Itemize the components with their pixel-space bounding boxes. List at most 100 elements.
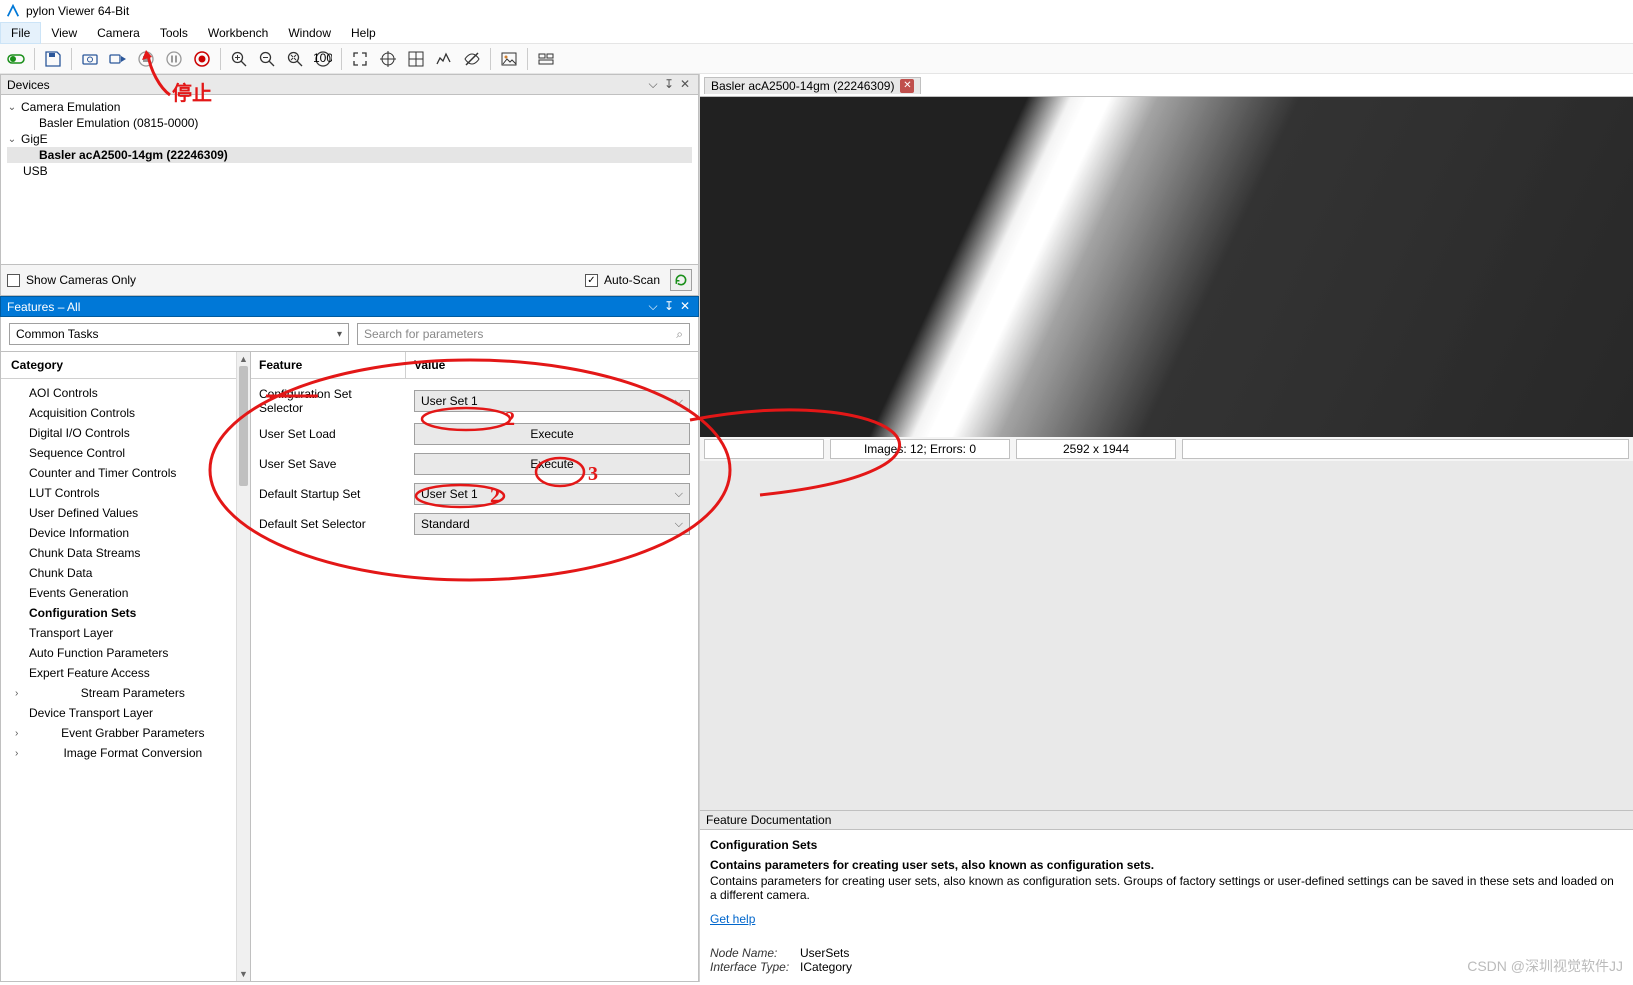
menu-tools[interactable]: Tools <box>150 23 198 43</box>
search-input[interactable]: Search for parameters <box>357 323 690 345</box>
category-item[interactable]: Configuration Sets› <box>1 603 250 623</box>
feature-row: User Set Save Execute <box>251 449 698 479</box>
tree-usb[interactable]: USB <box>7 163 692 179</box>
value-column-header: Value <box>406 352 698 378</box>
menu-help[interactable]: Help <box>341 23 386 43</box>
close-tab-icon[interactable]: ✕ <box>900 79 914 93</box>
collapse-icon[interactable]: ⌵ <box>646 77 660 92</box>
status-images: Images: 12; Errors: 0 <box>830 439 1010 459</box>
tree-basler-emulation[interactable]: Basler Emulation (0815-0000) <box>7 115 692 131</box>
zoom-out-icon[interactable] <box>255 47 279 71</box>
pin-icon[interactable]: ↧ <box>662 77 676 92</box>
show-cameras-only-checkbox[interactable]: Show Cameras Only <box>7 273 136 287</box>
category-item[interactable]: AOI Controls› <box>1 383 250 403</box>
features-header: Features – All ⌵ ↧ ✕ <box>0 296 699 317</box>
category-item[interactable]: LUT Controls› <box>1 483 250 503</box>
visibility-icon[interactable] <box>460 47 484 71</box>
get-help-link[interactable]: Get help <box>710 912 755 926</box>
grid-icon[interactable] <box>404 47 428 71</box>
node-name-value: UserSets <box>800 946 849 960</box>
save-icon[interactable] <box>41 47 65 71</box>
devices-tree: ⌄Camera Emulation Basler Emulation (0815… <box>0 95 699 265</box>
pin-icon[interactable]: ↧ <box>662 299 676 314</box>
feature-row: Default Set Selector Standard <box>251 509 698 539</box>
category-header: Category <box>1 352 250 379</box>
toolbar: 100 <box>0 44 1633 74</box>
feature-dropdown[interactable]: Standard <box>414 513 690 535</box>
menu-window[interactable]: Window <box>278 23 341 43</box>
menubar: File View Camera Tools Workbench Window … <box>0 22 1633 44</box>
auto-scan-checkbox[interactable]: ✓Auto-Scan <box>585 273 660 287</box>
category-item[interactable]: Counter and Timer Controls› <box>1 463 250 483</box>
watermark: CSDN @深圳视觉软件JJ <box>1467 956 1623 976</box>
category-item[interactable]: User Defined Values› <box>1 503 250 523</box>
status-resolution: 2592 x 1944 <box>1016 439 1176 459</box>
feature-name: Default Set Selector <box>251 515 406 533</box>
doc-summary: Contains parameters for creating user se… <box>710 858 1623 872</box>
category-item[interactable]: Auto Function Parameters› <box>1 643 250 663</box>
category-item[interactable]: ›Image Format Conversion› <box>1 743 250 763</box>
menu-workbench[interactable]: Workbench <box>198 23 278 43</box>
close-icon[interactable]: ✕ <box>678 299 692 314</box>
feature-dropdown[interactable]: User Set 1 <box>414 390 690 412</box>
tree-camera[interactable]: Basler acA2500-14gm (22246309) <box>7 147 692 163</box>
common-tasks-dropdown[interactable]: Common Tasks <box>9 323 349 345</box>
close-icon[interactable]: ✕ <box>678 77 692 92</box>
category-item[interactable]: Device Information› <box>1 523 250 543</box>
snap-single-icon[interactable] <box>78 47 102 71</box>
tree-gige[interactable]: ⌄GigE <box>7 131 692 147</box>
snap-continuous-icon[interactable] <box>106 47 130 71</box>
feature-name: Configuration Set Selector <box>251 385 406 417</box>
feature-dropdown[interactable]: User Set 1 <box>414 483 690 505</box>
stop-icon[interactable] <box>134 47 158 71</box>
tree-camera-emulation[interactable]: ⌄Camera Emulation <box>7 99 692 115</box>
devices-header: Devices ⌵ ↧ ✕ <box>0 74 699 95</box>
doc-header: Feature Documentation <box>700 811 1633 830</box>
category-item[interactable]: Transport Layer› <box>1 623 250 643</box>
scrollbar[interactable]: ▲▼ <box>236 352 250 981</box>
feature-row: User Set Load Execute <box>251 419 698 449</box>
category-item[interactable]: Events Generation› <box>1 583 250 603</box>
zoom-fit-icon[interactable] <box>283 47 307 71</box>
category-item[interactable]: Chunk Data› <box>1 563 250 583</box>
execute-button[interactable]: Execute <box>414 453 690 475</box>
interface-type-label: Interface Type: <box>710 960 800 974</box>
category-item[interactable]: ›Stream Parameters› <box>1 683 250 703</box>
feature-name: User Set Load <box>251 425 406 443</box>
category-item[interactable]: Device Transport Layer› <box>1 703 250 723</box>
panel-icon[interactable] <box>534 47 558 71</box>
node-name-label: Node Name: <box>710 946 800 960</box>
feature-name: Default Startup Set <box>251 485 406 503</box>
crosshair-icon[interactable] <box>376 47 400 71</box>
collapse-icon[interactable]: ⌵ <box>646 299 660 314</box>
feature-name: User Set Save <box>251 455 406 473</box>
image-tab-label: Basler acA2500-14gm (22246309) <box>711 79 894 93</box>
category-item[interactable]: Chunk Data Streams› <box>1 543 250 563</box>
doc-desc: Contains parameters for creating user se… <box>710 874 1623 902</box>
image-icon[interactable] <box>497 47 521 71</box>
execute-button[interactable]: Execute <box>414 423 690 445</box>
zoom-in-icon[interactable] <box>227 47 251 71</box>
fullscreen-icon[interactable] <box>348 47 372 71</box>
svg-text:100: 100 <box>314 51 332 65</box>
menu-view[interactable]: View <box>41 23 87 43</box>
feature-column-header: Feature <box>251 352 406 378</box>
histogram-icon[interactable] <box>432 47 456 71</box>
status-empty1 <box>704 439 824 459</box>
app-title: pylon Viewer 64-Bit <box>26 4 129 18</box>
interface-type-value: ICategory <box>800 960 852 974</box>
record-icon[interactable] <box>190 47 214 71</box>
menu-camera[interactable]: Camera <box>87 23 150 43</box>
category-item[interactable]: ›Event Grabber Parameters› <box>1 723 250 743</box>
category-item[interactable]: Expert Feature Access› <box>1 663 250 683</box>
zoom-100-icon[interactable]: 100 <box>311 47 335 71</box>
menu-file[interactable]: File <box>0 22 41 44</box>
category-item[interactable]: Sequence Control› <box>1 443 250 463</box>
pause-icon[interactable] <box>162 47 186 71</box>
category-item[interactable]: Acquisition Controls› <box>1 403 250 423</box>
refresh-icon[interactable] <box>670 269 692 291</box>
feature-row: Configuration Set Selector User Set 1 <box>251 383 698 419</box>
image-tab[interactable]: Basler acA2500-14gm (22246309) ✕ <box>704 77 921 94</box>
category-item[interactable]: Digital I/O Controls› <box>1 423 250 443</box>
toggle-icon[interactable] <box>4 47 28 71</box>
